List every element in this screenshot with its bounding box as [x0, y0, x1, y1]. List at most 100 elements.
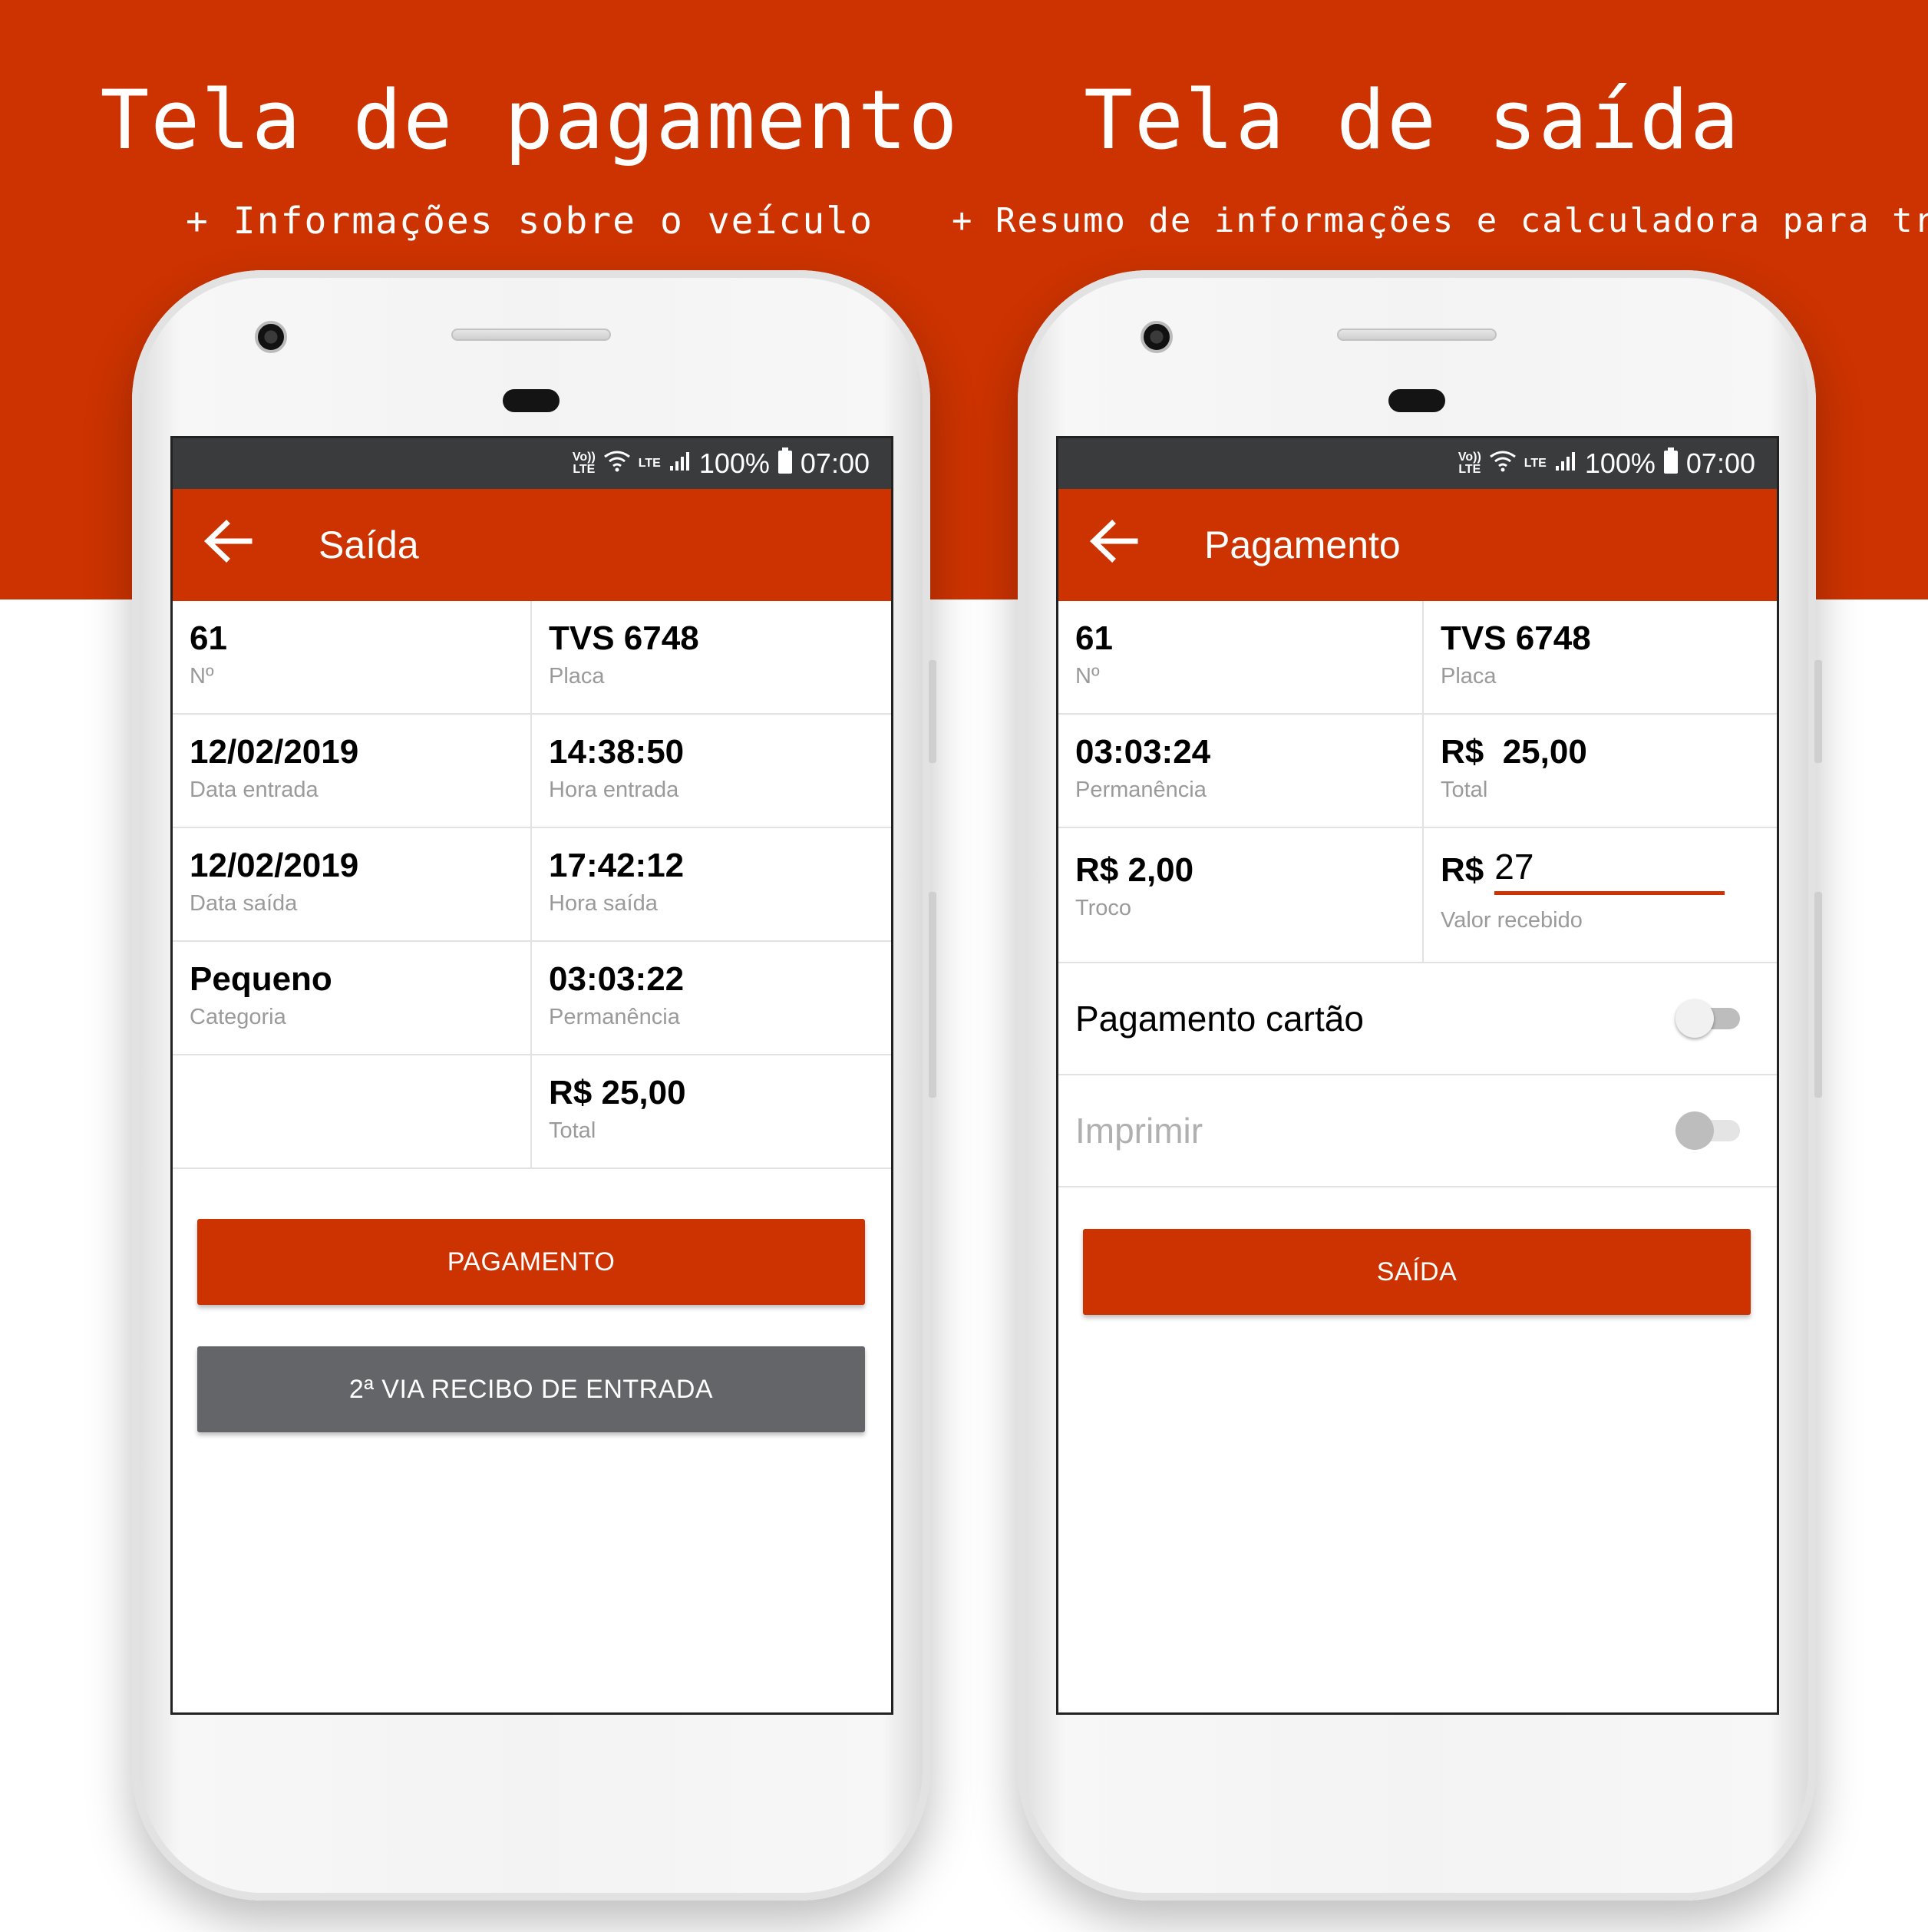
app-bar-title: Pagamento	[1204, 523, 1401, 566]
battery-percent: 100%	[698, 447, 770, 479]
info-value: R$ 25,00	[1441, 733, 1587, 771]
left-screen: Vo)) LTE LTE 100% 07:00 Saída 61 Nº TVS …	[170, 436, 893, 1715]
switch-thumb	[1675, 1111, 1714, 1150]
status-bar: Vo)) LTE LTE 100% 07:00	[1058, 438, 1777, 489]
currency-prefix: R$	[1441, 851, 1484, 889]
battery-percent: 100%	[1584, 447, 1656, 479]
info-label: Nº	[1075, 664, 1100, 689]
info-label: Nº	[190, 664, 214, 689]
power-button	[1814, 660, 1822, 763]
valor-recebido-input[interactable]: 27	[1494, 847, 1725, 895]
imprimir-switch[interactable]	[1675, 1109, 1740, 1152]
info-value: 61	[190, 619, 227, 657]
volte-bottom-label: LTE	[573, 463, 596, 476]
imprimir-label: Imprimir	[1075, 1111, 1203, 1151]
front-camera-icon	[1141, 321, 1173, 353]
info-cell-placa: TVS 6748 Placa	[1424, 601, 1777, 715]
right-phone: Vo)) LTE LTE 100% 07:00 Pagamento 61 Nº …	[1018, 270, 1822, 1901]
left-headline-title: Tela de pagamento	[100, 73, 959, 167]
info-label: Hora saída	[549, 891, 658, 916]
info-cell-placa: TVS 6748 Placa	[532, 601, 891, 715]
info-value: 61	[1075, 619, 1113, 657]
imprimir-row[interactable]: Imprimir	[1058, 1075, 1777, 1187]
saida-button[interactable]: SAÍDA	[1083, 1229, 1751, 1315]
app-bar-title: Saída	[319, 523, 419, 566]
valor-recebido-row: R$ 27	[1441, 847, 1777, 895]
pagamento-button[interactable]: PAGAMENTO	[197, 1219, 865, 1305]
left-phone: Vo)) LTE LTE 100% 07:00 Saída 61 Nº TVS …	[132, 270, 936, 1901]
info-cell-permanencia: 03:03:24 Permanência	[1058, 715, 1424, 828]
earpiece	[1388, 389, 1445, 412]
pagamento-cartao-row[interactable]: Pagamento cartão	[1058, 963, 1777, 1075]
info-label: Categoria	[190, 1005, 286, 1029]
info-label: Total	[1441, 778, 1488, 802]
front-camera-icon	[255, 321, 287, 353]
info-cell-data-saida: 12/02/2019 Data saída	[173, 828, 532, 942]
info-label: Data saída	[190, 891, 298, 916]
payment-info-grid: 61 Nº TVS 6748 Placa 03:03:24 Permanênci…	[1058, 601, 1777, 963]
info-cell-valor-recebido: R$ 27 Valor recebido	[1424, 828, 1777, 963]
app-bar: Pagamento	[1058, 489, 1777, 601]
right-headline-title: Tela de saída	[1084, 73, 1741, 167]
info-cell-numero: 61 Nº	[1058, 601, 1424, 715]
info-label: Data entrada	[190, 778, 319, 802]
volte-indicator: Vo)) LTE	[573, 451, 596, 476]
info-value	[190, 1072, 530, 1114]
arrow-left-icon[interactable]	[1089, 519, 1143, 571]
info-cell-empty	[173, 1055, 532, 1169]
troco-value: R$ 2,00	[1075, 851, 1194, 889]
info-value: 03:03:24	[1075, 733, 1211, 771]
info-cell-permanencia: 03:03:22 Permanência	[532, 942, 891, 1055]
promo-page: Tela de pagamento + Informações sobre o …	[0, 0, 1928, 1932]
volte-bottom-label: LTE	[1458, 463, 1481, 476]
status-time: 07:00	[1685, 447, 1755, 479]
info-cell-total: R$ 25,00 Total	[1424, 715, 1777, 828]
right-screen: Vo)) LTE LTE 100% 07:00 Pagamento 61 Nº …	[1056, 436, 1779, 1715]
info-cell-hora-saida: 17:42:12 Hora saída	[532, 828, 891, 942]
info-cell-data-entrada: 12/02/2019 Data entrada	[173, 715, 532, 828]
signal-icon	[669, 449, 692, 478]
valor-recebido-label: Valor recebido	[1441, 908, 1583, 933]
status-bar: Vo)) LTE LTE 100% 07:00	[173, 438, 891, 489]
pagamento-cartao-label: Pagamento cartão	[1075, 999, 1364, 1039]
info-label: Permanência	[1075, 778, 1207, 802]
arrow-left-icon[interactable]	[203, 519, 257, 571]
info-value: 03:03:22	[549, 960, 685, 998]
battery-icon	[1663, 447, 1679, 481]
info-cell-numero: 61 Nº	[173, 601, 532, 715]
speaker-grille	[1337, 329, 1497, 341]
signal-icon	[1554, 449, 1577, 478]
speaker-grille	[451, 329, 611, 341]
volume-button	[929, 892, 936, 1098]
info-value: 12/02/2019	[190, 733, 359, 771]
volte-top-label: Vo))	[572, 451, 596, 464]
info-cell-troco: R$ 2,00 Troco	[1058, 828, 1424, 963]
left-headline-subtitle: + Informações sobre o veículo	[185, 200, 874, 243]
lte-label: LTE	[638, 457, 661, 470]
wifi-icon	[1489, 449, 1517, 478]
battery-icon	[777, 447, 793, 481]
info-label: Hora entrada	[549, 778, 679, 802]
info-label: Placa	[549, 664, 605, 689]
info-cell-categoria: Pequeno Categoria	[173, 942, 532, 1055]
lte-label: LTE	[1524, 457, 1547, 470]
pagamento-cartao-switch[interactable]	[1675, 997, 1740, 1040]
vehicle-info-grid: 61 Nº TVS 6748 Placa 12/02/2019 Data ent…	[173, 601, 891, 1169]
info-cell-hora-entrada: 14:38:50 Hora entrada	[532, 715, 891, 828]
info-label: Total	[549, 1118, 596, 1143]
status-time: 07:00	[800, 447, 870, 479]
volume-button	[1814, 892, 1822, 1098]
wifi-icon	[603, 449, 631, 478]
right-headline-subtitle: + Resumo de informações e calculadora pa…	[952, 201, 1928, 240]
troco-label: Troco	[1075, 896, 1132, 920]
info-label: Placa	[1441, 664, 1497, 689]
segunda-via-recibo-button[interactable]: 2ª VIA RECIBO DE ENTRADA	[197, 1346, 865, 1432]
switch-thumb	[1675, 999, 1714, 1038]
info-value: TVS 6748	[1441, 619, 1591, 657]
power-button	[929, 660, 936, 763]
info-value: Pequeno	[190, 960, 332, 998]
volte-indicator: Vo)) LTE	[1458, 451, 1481, 476]
info-value: 14:38:50	[549, 733, 685, 771]
app-bar: Saída	[173, 489, 891, 601]
info-cell-total: R$ 25,00 Total	[532, 1055, 891, 1169]
